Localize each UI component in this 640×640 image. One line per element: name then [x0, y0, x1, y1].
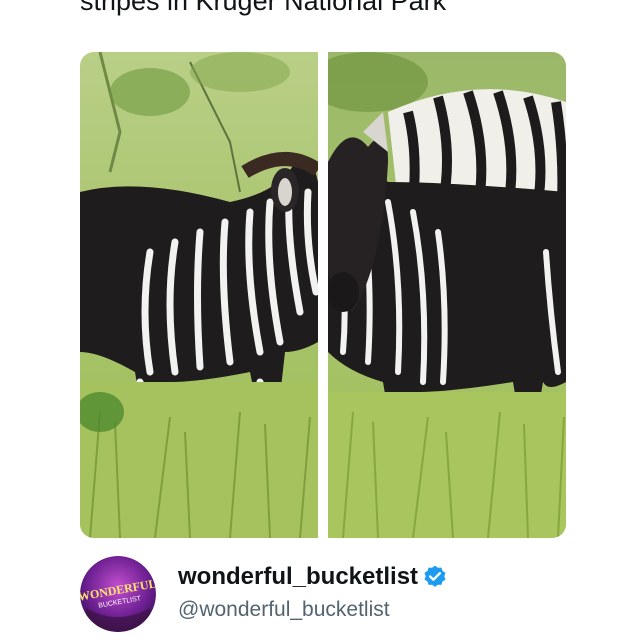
user-handle[interactable]: @wonderful_bucketlist	[178, 598, 390, 622]
display-name[interactable]: wonderful_bucketlist	[178, 563, 418, 591]
media-image-right[interactable]	[328, 52, 566, 538]
post-title: stripes in Kruger National Park	[80, 0, 447, 16]
avatar[interactable]: WONDERFUL BUCKETLIST	[80, 556, 156, 632]
media-grid[interactable]	[80, 52, 566, 538]
name-row[interactable]: wonderful_bucketlist	[178, 560, 448, 594]
media-image-left[interactable]	[80, 52, 318, 538]
verified-badge-icon	[424, 565, 446, 587]
author-row[interactable]: WONDERFUL BUCKETLIST wonderful_bucketlis…	[80, 556, 580, 636]
